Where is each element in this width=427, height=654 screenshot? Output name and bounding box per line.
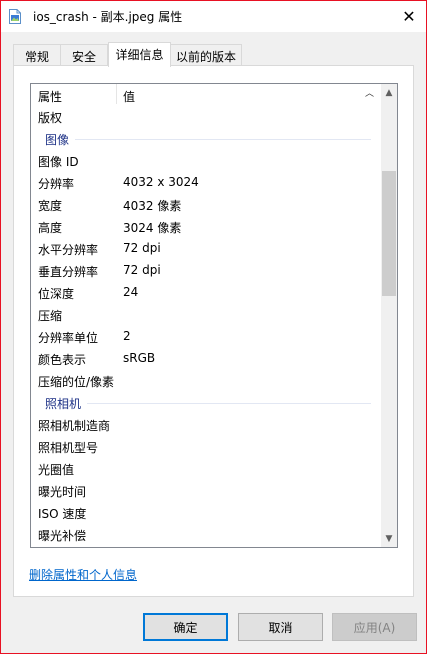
property-value: 3024 像素 [123, 221, 182, 235]
property-name: 垂直分辨率 [38, 265, 99, 279]
property-name: 位深度 [38, 287, 75, 301]
property-name: 图像 ID [38, 155, 79, 169]
property-row[interactable]: 版权 [31, 106, 383, 128]
property-name: 压缩 [38, 309, 63, 323]
image-file-icon [9, 9, 21, 24]
title-bar[interactable]: ios_crash - 副本.jpeg 属性 ✕ [1, 1, 426, 32]
tab-previous-versions[interactable]: 以前的版本 [170, 44, 242, 66]
property-name: 高度 [38, 221, 63, 235]
property-name: 版权 [38, 111, 63, 125]
property-row[interactable]: 压缩 [31, 304, 383, 326]
cancel-button[interactable]: 取消 [238, 613, 323, 641]
property-row[interactable]: 曝光补偿 [31, 524, 383, 546]
column-header-property[interactable]: 属性 [38, 88, 62, 105]
property-name: 压缩的位/像素 [38, 375, 115, 389]
property-row[interactable]: 垂直分辨率 72 dpi [31, 260, 383, 282]
close-button[interactable]: ✕ [392, 1, 426, 32]
property-row[interactable]: 水平分辨率 72 dpi [31, 238, 383, 260]
ok-button[interactable]: 确定 [143, 613, 228, 641]
property-name: ISO 速度 [38, 507, 87, 521]
property-value: 72 dpi [123, 241, 161, 255]
property-name: 分辨率 [38, 177, 75, 191]
group-divider [87, 403, 371, 404]
property-row[interactable]: 分辨率单位 2 [31, 326, 383, 348]
scrollbar-thumb[interactable] [382, 171, 396, 296]
window-title: ios_crash - 副本.jpeg 属性 [33, 10, 183, 24]
scroll-up-arrow-icon[interactable]: ▲ [381, 84, 397, 101]
column-header-value[interactable]: 值 [123, 88, 135, 105]
scroll-down-arrow-icon[interactable]: ▼ [381, 530, 397, 547]
property-name: 水平分辨率 [38, 243, 99, 257]
property-name: 宽度 [38, 199, 63, 213]
property-name: 分辨率单位 [38, 331, 99, 345]
property-name: 照相机制造商 [38, 419, 111, 433]
property-row[interactable]: 照相机制造商 [31, 414, 383, 436]
group-header[interactable]: 照相机 [31, 392, 383, 414]
chevron-up-icon: ︿ [365, 89, 375, 99]
property-value: 2 [123, 329, 131, 343]
property-name: 光圈值 [38, 463, 75, 477]
properties-dialog: ios_crash - 副本.jpeg 属性 ✕ 常规 安全 详细信息 以前的版… [0, 0, 427, 654]
property-name: 曝光时间 [38, 485, 87, 499]
property-name: 曝光补偿 [38, 529, 87, 543]
property-row[interactable]: 曝光时间 [31, 480, 383, 502]
property-row[interactable]: 压缩的位/像素 [31, 370, 383, 392]
property-value: sRGB [123, 351, 156, 365]
tab-general[interactable]: 常规 [13, 44, 61, 66]
property-name: 照相机型号 [38, 441, 99, 455]
property-row[interactable]: 图像 ID [31, 150, 383, 172]
properties-list[interactable]: 属性 值 ︿ 版权图像图像 ID 分辨率 4032 x 3024 宽度 4032 像素高… [30, 83, 398, 548]
apply-button[interactable]: 应用(A) [332, 613, 417, 641]
property-value: 72 dpi [123, 263, 161, 277]
property-row[interactable]: 位深度 24 [31, 282, 383, 304]
property-value: 4032 x 3024 [123, 175, 199, 189]
property-row[interactable]: 分辨率 4032 x 3024 [31, 172, 383, 194]
property-row[interactable]: 颜色表示 sRGB [31, 348, 383, 370]
property-value: 4032 像素 [123, 199, 182, 213]
property-row[interactable]: 光圈值 [31, 458, 383, 480]
vertical-scrollbar[interactable]: ▲ ▼ [381, 84, 397, 547]
column-separator[interactable] [116, 84, 117, 104]
group-label: 照相机 [45, 397, 82, 411]
group-label: 图像 [45, 133, 70, 147]
property-row[interactable]: 高度 3024 像素 [31, 216, 383, 238]
property-row[interactable]: 照相机型号 [31, 436, 383, 458]
list-header: 属性 值 ︿ [31, 84, 383, 106]
group-header[interactable]: 图像 [31, 128, 383, 150]
tab-security[interactable]: 安全 [60, 44, 108, 66]
property-row[interactable]: ISO 速度 [31, 502, 383, 524]
remove-properties-link[interactable]: 删除属性和个人信息 [29, 566, 137, 583]
details-panel: 属性 值 ︿ 版权图像图像 ID 分辨率 4032 x 3024 宽度 4032 像素高… [13, 65, 414, 597]
property-row[interactable]: 宽度 4032 像素 [31, 194, 383, 216]
tab-details[interactable]: 详细信息 [108, 42, 171, 67]
property-name: 颜色表示 [38, 353, 87, 367]
property-value: 24 [123, 285, 139, 299]
group-divider [75, 139, 371, 140]
